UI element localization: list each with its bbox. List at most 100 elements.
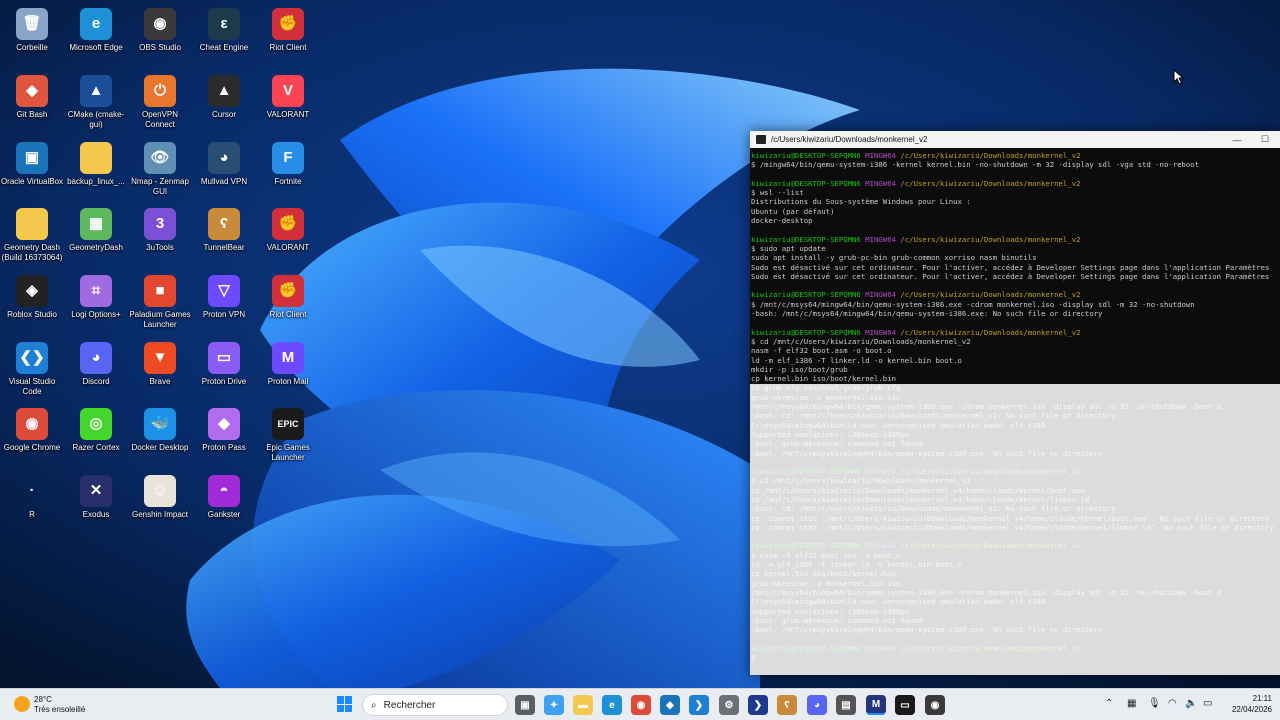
desktop-icon[interactable]: · R xyxy=(0,471,64,520)
microphone-icon[interactable]: 🎙 xyxy=(1148,698,1161,709)
terminal-window[interactable]: /c/Users/kiwizariu/Downloads/monkernel_v… xyxy=(750,131,1280,675)
desktop-icon[interactable]: ▣ Oracle VirtualBox xyxy=(0,138,64,187)
tray-app-icon[interactable]: ▦ xyxy=(1127,698,1136,709)
desktop-icon[interactable]: ▲ CMake (cmake-gui) xyxy=(64,71,128,130)
defender-icon[interactable]: ◆ xyxy=(660,695,680,715)
desktop-icon-label: Proton Drive xyxy=(201,377,247,386)
copilot-icon[interactable]: ✦ xyxy=(544,695,564,715)
desktop-icon[interactable]: F Fortnite xyxy=(256,138,320,187)
desktop-icon-label: Cursor xyxy=(211,110,236,119)
tray-chevron-icon[interactable]: ⌃ xyxy=(1105,698,1113,709)
desktop-icon-label: Proton Mail xyxy=(267,377,309,386)
desktop-icon[interactable]: ◕ Discord xyxy=(64,338,128,387)
desktop-icon[interactable]: 👁 Nmap - Zenmap GUI xyxy=(128,138,192,197)
desktop-icon-label: Mullvad VPN xyxy=(200,177,248,186)
terminal-output-line: /mnt/c/msys64/mingw64/bin/qemu-system-i3… xyxy=(751,587,1222,597)
chrome-icon[interactable]: ◉ xyxy=(631,695,651,715)
search-box[interactable]: ⌕ Rechercher xyxy=(362,694,508,716)
maximize-icon[interactable]: ☐ xyxy=(1250,131,1280,148)
desktop-icon[interactable]: ◆ Proton Pass xyxy=(192,404,256,453)
desktop-icon[interactable]: ▦ GeometryDash xyxy=(64,204,128,253)
terminal-output-line: docker-desktop xyxy=(751,216,813,226)
desktop-icon-label: Riot Client xyxy=(269,43,307,52)
desktop-icon-label: TunnelBear xyxy=(203,243,245,252)
vscode-icon[interactable]: ❯ xyxy=(689,695,709,715)
file-explorer-icon[interactable]: ▬ xyxy=(573,695,593,715)
desktop-icon[interactable]: ⌗ Logi Options+ xyxy=(64,271,128,320)
desktop-icon[interactable]: Geometry Dash (Build 16373064) xyxy=(0,204,64,263)
desktop-icon[interactable]: ◉ OBS Studio xyxy=(128,4,192,53)
terminal-output[interactable]: kiwizariu@DESKTOP-SEPQMN6 MINGW64 /c/Use… xyxy=(750,151,1280,675)
desktop-icon-label: Git Bash xyxy=(16,110,48,119)
terminal-title: /c/Users/kiwizariu/Downloads/monkernel_v… xyxy=(771,135,928,144)
desktop-icon[interactable]: ☺ Genshin Impact xyxy=(128,471,192,520)
bash-terminal-icon[interactable]: ▭ xyxy=(895,695,915,715)
desktop-icon[interactable]: backup_linux_... xyxy=(64,138,128,187)
msys2-icon[interactable]: M xyxy=(866,695,886,715)
minimize-icon[interactable]: — xyxy=(1222,131,1252,148)
weather-desc[interactable]: Très ensoleillé xyxy=(34,705,85,714)
desktop-icon[interactable]: ✊ Riot Client xyxy=(256,4,320,53)
prompt-user-host: kiwizariu@DESKTOP-SEPQMN6 xyxy=(751,178,866,188)
desktop-icon[interactable]: V VALORANT xyxy=(256,71,320,120)
desktop-icon[interactable]: ❮❯ Visual Studio Code xyxy=(0,338,64,397)
desktop-icon[interactable]: ◓ Gankster xyxy=(192,471,256,520)
desktop-icon[interactable]: ε Cheat Engine xyxy=(192,4,256,53)
desktop-app-icon: ■ xyxy=(144,275,176,307)
desktop-icon[interactable]: ▭ Proton Drive xyxy=(192,338,256,387)
desktop-icon[interactable]: ■ Paladium Games Launcher xyxy=(128,271,192,330)
desktop-icon[interactable]: M Proton Mail xyxy=(256,338,320,387)
desktop-icon[interactable]: ▽ Proton VPN xyxy=(192,271,256,320)
terminal-output-line: Ubuntu (par défaut) xyxy=(751,206,835,216)
app-icon[interactable]: ▤ xyxy=(836,695,856,715)
desktop-icon[interactable]: ◕ Mullvad VPN xyxy=(192,138,256,187)
desktop-app-icon: e xyxy=(80,8,112,40)
settings-gear-icon[interactable]: ⚙ xyxy=(719,695,739,715)
desktop-icon[interactable]: ✊ VALORANT xyxy=(256,204,320,253)
desktop-icon[interactable]: ▼ Brave xyxy=(128,338,192,387)
desktop-app-icon: 👁 xyxy=(144,142,176,174)
edge-icon[interactable]: e xyxy=(602,695,622,715)
desktop-icon[interactable]: ◎ Razer Cortex xyxy=(64,404,128,453)
task-view-icon[interactable]: ▣ xyxy=(515,695,535,715)
desktop-icon[interactable]: ⏻ OpenVPN Connect xyxy=(128,71,192,130)
desktop-app-icon: ❮❯ xyxy=(16,342,48,374)
desktop-icon-label: OpenVPN Connect xyxy=(141,110,179,129)
prompt-user-host: kiwizariu@DESKTOP-SEPQMN6 xyxy=(751,467,866,477)
weather-icon[interactable] xyxy=(14,696,30,712)
terminal-output-line: -bash: cd: /mnt/c/Users/kiwizariu/Downlo… xyxy=(751,411,1116,421)
desktop-icon[interactable]: ʕ TunnelBear xyxy=(192,204,256,253)
wifi-icon[interactable]: ◠ xyxy=(1168,698,1177,709)
battery-icon[interactable]: ▭ xyxy=(1203,698,1212,709)
desktop-icon[interactable]: ✊ Riot Client xyxy=(256,271,320,320)
tunnelbear-icon[interactable]: ʕ xyxy=(777,695,797,715)
desktop-icon[interactable]: ◉ Google Chrome xyxy=(0,404,64,453)
desktop-app-icon: ▽ xyxy=(208,275,240,307)
desktop-app-icon: ✕ xyxy=(80,475,112,507)
desktop-icon[interactable]: ✕ Exodus xyxy=(64,471,128,520)
terminal-taskbar-icon[interactable]: ❯ xyxy=(748,695,768,715)
terminal-output-line: $ sudo apt update xyxy=(751,243,826,253)
desktop-icon[interactable]: ◈ Roblox Studio xyxy=(0,271,64,320)
terminal-prompt-line: kiwizariu@DESKTOP-SEPQMN6 MINGW64 /c/Use… xyxy=(751,644,1280,653)
desktop-icon[interactable]: ▲ Cursor xyxy=(192,71,256,120)
desktop-icon[interactable]: 🗑 Corbeille xyxy=(0,4,64,53)
volume-icon[interactable]: 🔈 xyxy=(1185,698,1197,709)
start-button[interactable] xyxy=(337,696,353,712)
desktop-icon[interactable]: ◆ Git Bash xyxy=(0,71,64,120)
obs-icon[interactable]: ◉ xyxy=(925,695,945,715)
desktop-icon-label: CMake (cmake-gui) xyxy=(67,110,125,129)
desktop-app-icon: · xyxy=(29,482,35,499)
desktop-icon[interactable]: e Microsoft Edge xyxy=(64,4,128,53)
weather-temp[interactable]: 28°C xyxy=(34,695,52,704)
discord-icon[interactable]: ◕ xyxy=(807,695,827,715)
desktop-icon[interactable]: 🐳 Docker Desktop xyxy=(128,404,192,453)
terminal-title-bar[interactable]: /c/Users/kiwizariu/Downloads/monkernel_v… xyxy=(750,131,1280,148)
clock-time[interactable]: 21:11 xyxy=(1222,694,1272,703)
desktop-icon[interactable]: 3 3uTools xyxy=(128,204,192,253)
clock-date[interactable]: 22/04/2026 xyxy=(1222,705,1272,714)
desktop-icon[interactable]: EPIC Epic Games Launcher xyxy=(256,404,320,463)
